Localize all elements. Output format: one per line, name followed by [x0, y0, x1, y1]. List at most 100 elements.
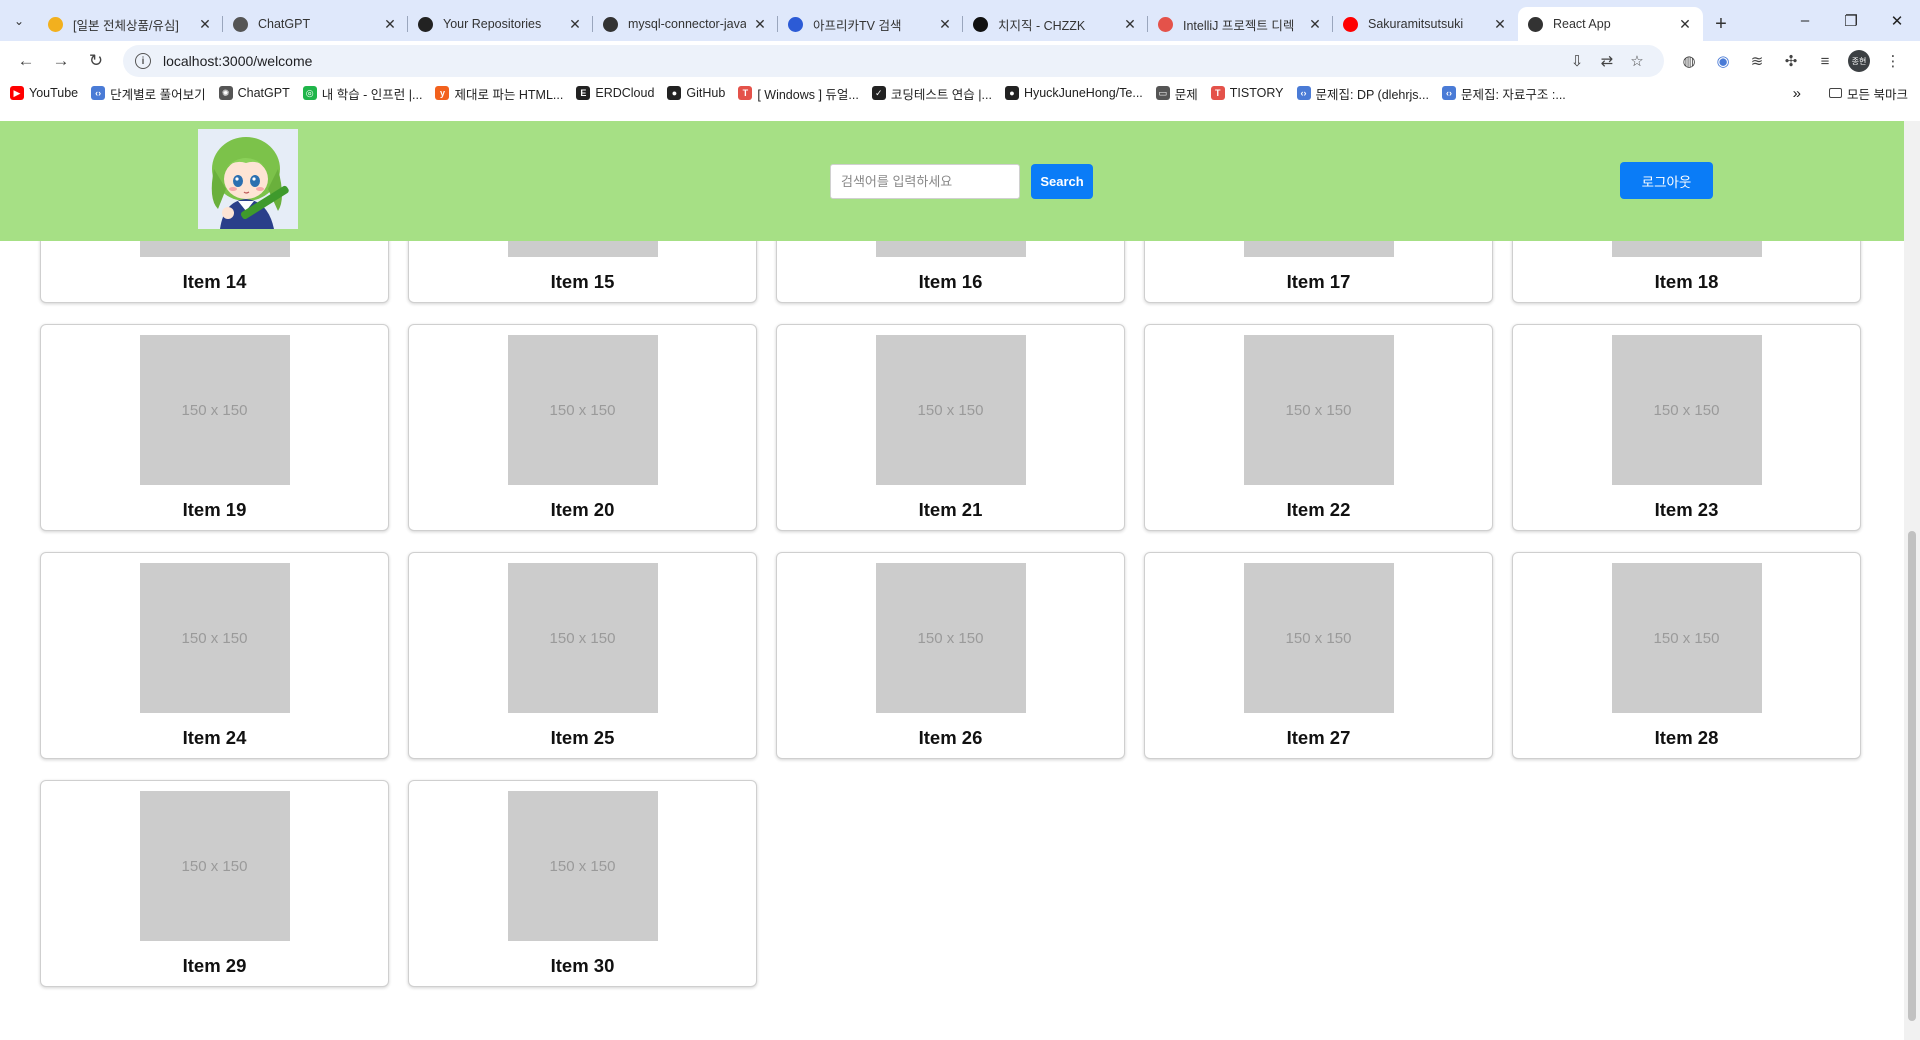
- bookmark-item[interactable]: ‹› 단계별로 풀어보기: [91, 84, 206, 103]
- address-bar[interactable]: i localhost:3000/welcome ⇩ ⇄ ☆: [123, 45, 1664, 77]
- bookmark-label: GitHub: [686, 86, 726, 100]
- site-info-icon[interactable]: i: [135, 53, 151, 69]
- bookmark-item[interactable]: ● HyuckJuneHong/Te...: [1004, 86, 1143, 100]
- scrollbar-thumb[interactable]: [1908, 531, 1916, 1021]
- browser-tab[interactable]: 치지직 - CHZZK ✕: [963, 7, 1148, 41]
- bookmark-favicon-icon: ●: [667, 86, 682, 100]
- item-title: Item 17: [1286, 271, 1351, 292]
- bookmark-item[interactable]: T [ Windows ] 듀얼...: [738, 84, 859, 103]
- forward-arrow-icon[interactable]: →: [45, 45, 77, 77]
- tab-list: [일본 전체상품/유심] ✕ ChatGPT ✕ Your Repositories ✕ m…: [38, 7, 1703, 41]
- tab-title: [일본 전체상품/유심]: [73, 18, 179, 33]
- item-card[interactable]: 150 x 150 Item 21: [776, 324, 1125, 531]
- bookmark-star-icon[interactable]: ☆: [1622, 52, 1652, 70]
- page-scrollbar[interactable]: [1904, 121, 1920, 1040]
- tab-favicon-icon: [603, 16, 618, 32]
- item-card[interactable]: 150 x 150 Item 26: [776, 552, 1125, 759]
- bookmarks-overflow-icon[interactable]: »: [1793, 85, 1801, 102]
- bookmark-item[interactable]: ● GitHub: [667, 86, 725, 100]
- new-tab-button[interactable]: +: [1703, 7, 1739, 41]
- bookmark-item[interactable]: ▭ 문제: [1155, 84, 1198, 103]
- browser-tab[interactable]: React App ✕: [1518, 7, 1703, 41]
- minimize-button[interactable]: –: [1782, 0, 1828, 41]
- bookmark-item[interactable]: y 제대로 파는 HTML...: [435, 84, 563, 103]
- bookmark-item[interactable]: ‹› 문제집: DP (dlehrjs...: [1296, 84, 1429, 103]
- item-card[interactable]: 150 x 150 Item 22: [1144, 324, 1493, 531]
- tab-title: 치지직 - CHZZK: [998, 18, 1086, 33]
- restore-button[interactable]: ❐: [1828, 0, 1874, 41]
- item-placeholder-image: 150 x 150: [1243, 335, 1394, 485]
- item-card[interactable]: 150 x 150 Item 19: [40, 324, 389, 531]
- all-bookmarks-folder[interactable]: 모든 북마크: [1829, 84, 1908, 103]
- item-card[interactable]: 150 x 150 Item 23: [1512, 324, 1861, 531]
- bookmark-label: 단계별로 풀어보기: [110, 87, 206, 102]
- item-card[interactable]: 150 x 150 Item 27: [1144, 552, 1493, 759]
- tab-favicon-icon: [973, 16, 988, 32]
- tab-close-icon[interactable]: ✕: [382, 16, 398, 33]
- close-window-button[interactable]: ✕: [1874, 0, 1920, 41]
- browser-tab[interactable]: [일본 전체상품/유심] ✕: [38, 7, 223, 41]
- item-card[interactable]: 150 x 150 Item 29: [40, 780, 389, 987]
- bookmark-label: YouTube: [29, 86, 79, 100]
- anime-character-icon: [198, 129, 298, 229]
- item-card[interactable]: 150 x 150 Item 24: [40, 552, 389, 759]
- bookmark-item[interactable]: ✓ 코딩테스트 연습 |...: [871, 84, 992, 103]
- bookmark-label: 내 학습 - 인프런 |...: [321, 87, 423, 102]
- tab-close-icon[interactable]: ✕: [937, 16, 953, 33]
- item-card[interactable]: 150 x 150 Item 28: [1512, 552, 1861, 759]
- bookmark-item[interactable]: E ERDCloud: [576, 86, 654, 100]
- item-title: Item 21: [918, 499, 983, 520]
- reload-icon[interactable]: ↻: [80, 45, 112, 77]
- tab-close-icon[interactable]: ✕: [1492, 16, 1508, 33]
- bookmark-item[interactable]: ✺ ChatGPT: [218, 86, 290, 100]
- tab-close-icon[interactable]: ✕: [1677, 16, 1693, 33]
- item-placeholder-image: 150 x 150: [139, 563, 290, 713]
- media-controls-icon[interactable]: ≡: [1808, 45, 1842, 77]
- tab-title: Your Repositories: [443, 17, 542, 31]
- back-arrow-icon[interactable]: ←: [10, 45, 42, 77]
- tab-close-icon[interactable]: ✕: [752, 16, 768, 33]
- browser-tab[interactable]: Your Repositories ✕: [408, 7, 593, 41]
- tab-favicon-icon: [1528, 16, 1543, 32]
- extension-wave-icon[interactable]: ≋: [1740, 45, 1774, 77]
- tab-close-icon[interactable]: ✕: [1307, 16, 1323, 33]
- extension-globe-icon[interactable]: ◍: [1672, 45, 1706, 77]
- url-text[interactable]: localhost:3000/welcome: [163, 53, 312, 69]
- item-title: Item 23: [1654, 499, 1719, 520]
- translate-icon[interactable]: ⇄: [1592, 52, 1622, 70]
- item-card[interactable]: 150 x 150 Item 30: [408, 780, 757, 987]
- bookmark-item[interactable]: T TISTORY: [1210, 86, 1284, 100]
- browser-tab[interactable]: ChatGPT ✕: [223, 7, 408, 41]
- item-card[interactable]: 150 x 150 Item 25: [408, 552, 757, 759]
- browser-tab[interactable]: IntelliJ 프로젝트 디렉 ✕: [1148, 7, 1333, 41]
- more-menu-icon[interactable]: ⋮: [1876, 45, 1910, 77]
- extension-search-icon[interactable]: ◉: [1706, 45, 1740, 77]
- logout-button[interactable]: 로그아웃: [1620, 162, 1713, 199]
- bookmark-item[interactable]: ◎ 내 학습 - 인프런 |...: [302, 84, 423, 103]
- tab-close-icon[interactable]: ✕: [1122, 16, 1138, 33]
- extensions-puzzle-icon[interactable]: ✣: [1774, 45, 1808, 77]
- tab-close-icon[interactable]: ✕: [197, 16, 213, 33]
- tab-search-chevron-icon[interactable]: ⌄: [0, 0, 38, 41]
- app-header: Search 로그아웃: [0, 121, 1904, 241]
- bookmark-label: TISTORY: [1229, 86, 1284, 100]
- item-placeholder-image: 150 x 150: [1243, 563, 1394, 713]
- browser-tab[interactable]: 아프리카TV 검색 ✕: [778, 7, 963, 41]
- search-input[interactable]: [830, 164, 1020, 199]
- search-button[interactable]: Search: [1031, 164, 1093, 199]
- install-app-icon[interactable]: ⇩: [1562, 52, 1592, 70]
- bookmark-item[interactable]: ▶ YouTube: [10, 86, 78, 100]
- item-placeholder-image: 150 x 150: [139, 791, 290, 941]
- bookmark-item[interactable]: ‹› 문제집: 자료구조 :...: [1441, 84, 1566, 103]
- browser-tab[interactable]: mysql-connector-java ✕: [593, 7, 778, 41]
- tab-close-icon[interactable]: ✕: [567, 16, 583, 33]
- item-grid: 150 x 150 Item 14 150 x 150 Item 15 150 x 15…: [40, 121, 1864, 987]
- profile-avatar[interactable]: 종현: [1842, 45, 1876, 77]
- item-title: Item 24: [182, 727, 247, 748]
- item-title: Item 18: [1654, 271, 1719, 292]
- bookmark-favicon-icon: ‹›: [1296, 86, 1311, 100]
- item-card[interactable]: 150 x 150 Item 20: [408, 324, 757, 531]
- bookmark-favicon-icon: ▭: [1155, 86, 1170, 100]
- browser-tab[interactable]: Sakuramitsutsuki ✕: [1333, 7, 1518, 41]
- bookmark-favicon-icon: ●: [1004, 86, 1019, 100]
